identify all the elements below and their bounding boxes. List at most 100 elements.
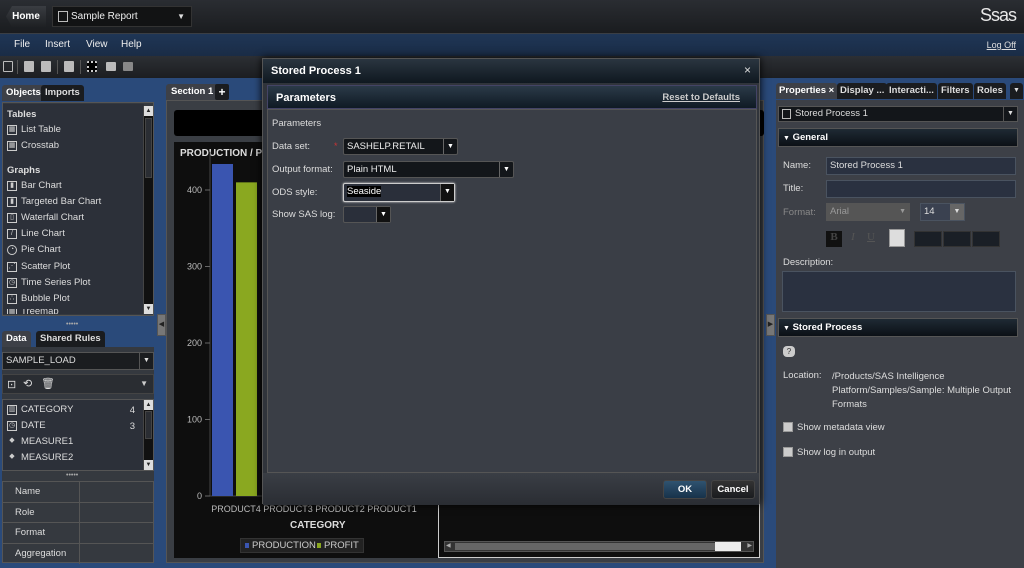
show-sas-log-select[interactable]: ▼ [343,206,391,223]
grid-row-name: Name [3,482,153,503]
more-tabs-icon[interactable]: ▼ [1010,83,1023,99]
report-icon [58,11,68,22]
report-selector[interactable]: Sample Report ▼ [52,6,192,27]
add-section-button[interactable]: + [215,84,229,100]
fit-icon[interactable] [87,61,97,72]
open-icon[interactable] [24,61,34,72]
new-data-item-icon[interactable]: ⊡ [7,378,16,391]
location-value: /Products/SAS Intelligence Platform/Samp… [832,371,1011,410]
data-item-date[interactable]: ◷ DATE [7,420,46,431]
name-input[interactable]: Stored Process 1 [826,157,1016,175]
show-sas-log-label: Show SAS log: [272,209,336,220]
bar-production-product4 [212,163,233,497]
new-report-icon[interactable] [3,61,13,72]
scroll-left-icon[interactable]: ◀ [446,542,451,549]
line-chart-icon: / [7,228,17,239]
title-input[interactable] [826,180,1016,198]
menu-help[interactable]: Help [121,39,142,50]
reset-to-defaults-link[interactable]: Reset to Defaults [662,93,740,103]
object-treemap[interactable]: ▦Treemap [7,309,59,314]
scroll-up-icon[interactable]: ▲ [144,106,153,116]
scroll-thumb[interactable] [145,118,152,178]
menu-file[interactable]: File [14,39,30,50]
align-left-icon[interactable] [914,231,942,247]
show-log-checkbox[interactable] [783,447,793,457]
data-source-select[interactable]: SAMPLE_LOAD ▼ [2,352,154,370]
objects-scrollbar[interactable]: ▲ ▼ [143,106,153,314]
chevron-down-icon: ▼ [899,208,906,215]
general-group-header[interactable]: ▼ General [778,128,1018,147]
tab-interactions[interactable]: Interacti... [886,83,937,99]
chevron-down-icon: ▼ [499,162,513,177]
cancel-button[interactable]: Cancel [711,480,755,499]
data-scrollbar[interactable]: ▲ ▼ [143,400,153,470]
view-icon[interactable] [106,62,116,71]
object-bar-chart[interactable]: ▮ Bar Chart [7,180,62,191]
object-list-table[interactable]: ▦ List Table [7,124,61,135]
align-center-icon[interactable] [943,231,971,247]
tab-data[interactable]: Data [2,331,31,347]
page-icon[interactable] [64,61,74,72]
tab-filters[interactable]: Filters [938,83,973,99]
output-format-select[interactable]: Plain HTML ▼ [343,161,514,178]
chart-legend: PRODUCTION PROFIT [240,538,364,553]
stored-process-group-header[interactable]: ▼ Stored Process [778,318,1018,337]
ods-style-select[interactable]: Seaside ▼ [343,183,455,202]
tab-shared-rules[interactable]: Shared Rules [36,331,105,347]
tab-roles[interactable]: Roles [974,83,1006,99]
close-icon[interactable]: × [744,59,751,81]
scroll-down-icon[interactable]: ▼ [144,460,153,470]
data-set-select[interactable]: SASHELP.RETAIL ▼ [343,138,458,155]
tab-section-1[interactable]: Section 1 [166,84,219,100]
font-size-select[interactable]: 14 ▼ [920,203,965,221]
home-button[interactable]: Home [6,6,46,27]
object-time-series-plot[interactable]: ◷ Time Series Plot [7,277,90,288]
font-select[interactable]: Arial ▼ [826,203,910,221]
left-splitter-collapse-icon[interactable]: ◀ [157,314,166,336]
object-pie-chart[interactable]: ◔ Pie Chart [7,244,61,255]
tab-properties[interactable]: Properties × [776,83,838,99]
object-line-chart[interactable]: / Line Chart [7,228,65,239]
menu-view[interactable]: View [86,39,108,50]
resize-handle[interactable]: ••••• [66,321,78,328]
resize-handle[interactable]: ••••• [66,472,78,479]
menu-icon[interactable]: ▼ [140,379,148,388]
tab-display[interactable]: Display ... [837,83,888,99]
scroll-right-icon[interactable]: ▶ [747,542,752,549]
text-color-icon[interactable] [889,229,905,247]
tab-imports[interactable]: Imports [41,85,84,101]
italic-button[interactable]: I [846,231,860,247]
scroll-down-icon[interactable]: ▼ [144,304,153,314]
align-right-icon[interactable] [972,231,1000,247]
scroll-thumb[interactable] [145,411,152,439]
object-targeted-bar-chart[interactable]: ▮ Targeted Bar Chart [7,196,101,207]
object-crosstab[interactable]: ▦ Crosstab [7,140,59,151]
horizontal-scrollbar[interactable]: ◀ ▶ [444,541,754,552]
underline-button[interactable]: U [864,231,878,247]
data-item-measure2[interactable]: ◆ MEASURE2 [7,452,73,463]
save-icon[interactable] [41,61,51,72]
log-off-link[interactable]: Log Off [987,40,1016,50]
show-metadata-checkbox[interactable] [783,422,793,432]
right-splitter-collapse-icon[interactable]: ▶ [766,314,775,336]
data-item-measure1[interactable]: ◆ MEASURE1 [7,436,73,447]
bold-button[interactable]: B [826,231,842,247]
required-marker: * [334,141,338,151]
scroll-handle[interactable] [715,542,741,551]
refresh-icon[interactable]: ⟲ [23,377,32,390]
object-waterfall-chart[interactable]: ▯ Waterfall Chart [7,212,84,223]
scroll-thumb[interactable] [455,543,727,550]
scroll-up-icon[interactable]: ▲ [144,400,153,410]
ok-button[interactable]: OK [663,480,707,499]
object-bubble-plot[interactable]: ∴ Bubble Plot [7,293,70,304]
waterfall-chart-icon: ▯ [7,212,17,223]
layout-icon[interactable] [123,62,133,71]
delete-icon[interactable]: 🗑 [41,377,55,390]
description-input[interactable] [782,271,1016,312]
object-select[interactable]: Stored Process 1 ▼ [778,106,1018,122]
menu-insert[interactable]: Insert [45,39,70,50]
info-icon[interactable]: ? [783,346,795,357]
object-scatter-plot[interactable]: ⋰ Scatter Plot [7,261,70,272]
tab-objects[interactable]: Objects [2,85,45,101]
data-item-category[interactable]: ▥ CATEGORY [7,404,73,415]
